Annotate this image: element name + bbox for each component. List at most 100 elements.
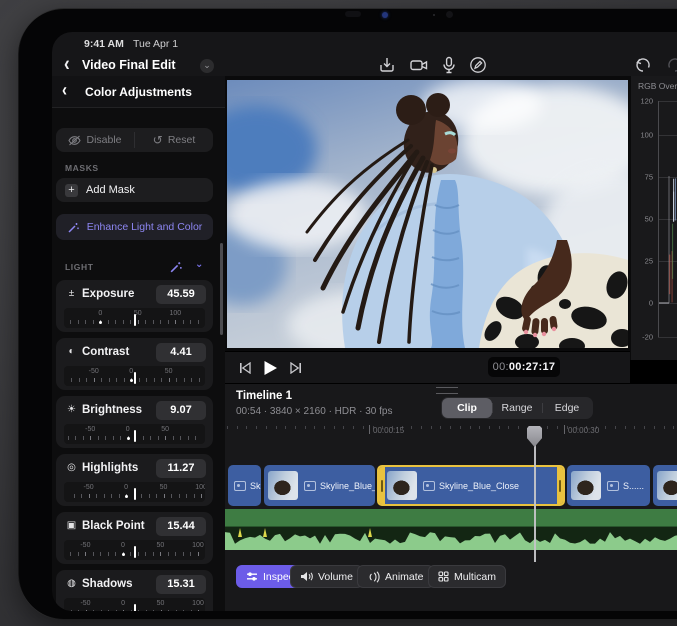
screen: 9:41 AM Tue Apr 1 ‹ Video Final Edit ⌄ ‹… xyxy=(52,32,677,611)
clip-Skyline_Blue_Wide[interactable]: Skyline_Blue_Wide xyxy=(264,465,375,506)
clip-label: Skyline_Blue_Wide xyxy=(304,481,375,491)
slider-card-black-point: ▣Black Point15.44-50050100 xyxy=(56,512,213,564)
clip-label: Skyline_Blue_Close xyxy=(423,481,519,491)
reset-button[interactable]: ↺ Reset xyxy=(135,128,213,152)
clip-thumbnail xyxy=(387,471,417,500)
project-title[interactable]: Video Final Edit xyxy=(82,58,176,72)
slider-ruler[interactable]: -50050 xyxy=(64,424,205,444)
pencil-annotate-button[interactable] xyxy=(469,56,487,74)
scope-waveform xyxy=(659,76,677,360)
slider-card-shadows: ◍Shadows15.31-50050100 xyxy=(56,570,213,611)
slider-ruler[interactable]: -50050100 xyxy=(64,482,205,502)
inspector-icon xyxy=(246,571,258,582)
ruler-time-label: 00:00:15 xyxy=(373,426,404,435)
shadows-icon: ◍ xyxy=(65,577,78,591)
light-auto-wand-icon[interactable] xyxy=(169,260,183,274)
microphone-button[interactable] xyxy=(442,56,456,74)
light-section-header[interactable]: LIGHT ⌄ xyxy=(52,258,225,276)
slider-ruler[interactable]: 050100 xyxy=(64,308,205,328)
timeline-ruler[interactable]: 00:00:1500:00:30 xyxy=(225,424,677,448)
animate-icon xyxy=(367,571,380,583)
slider-label: Exposure xyxy=(82,288,134,300)
timeline-name: Timeline 1 xyxy=(236,390,292,402)
front-camera-pill xyxy=(345,11,361,17)
animate-button[interactable]: Animate xyxy=(357,565,434,588)
panel-scrollbar[interactable] xyxy=(220,243,223,335)
slider-card-highlights: ◎ Highlights 11.27 -50050100 xyxy=(56,454,213,506)
audio-track[interactable] xyxy=(225,509,677,550)
clip-thumbnail xyxy=(657,471,677,500)
multicam-label: Multicam xyxy=(454,571,496,583)
light-collapse-chevron-icon[interactable]: ⌄ xyxy=(195,259,203,270)
photo-icon xyxy=(607,481,619,491)
camera-record-button[interactable] xyxy=(409,56,429,74)
black-point-icon: ▣ xyxy=(65,519,78,533)
disable-label: Disable xyxy=(86,134,121,146)
highlights-icon: ◎ xyxy=(65,461,78,475)
selection-mode-switch: ClipRangeEdge xyxy=(441,397,593,419)
slider-label: Highlights xyxy=(82,462,138,474)
slider-ruler[interactable]: -50050 xyxy=(64,366,205,386)
video-frame xyxy=(227,80,628,348)
slider-value[interactable]: 15.44 xyxy=(156,517,206,536)
skip-back-button[interactable] xyxy=(239,352,252,384)
scope-tick-label: 0 xyxy=(633,299,653,308)
timeline-toolbar: Inspect Volume Animate Multicam xyxy=(225,565,677,589)
timecode-display: 00:00:27:17 xyxy=(488,357,560,377)
slider-value[interactable]: 9.07 xyxy=(156,401,206,420)
rgb-overlay-scope: RGB Overlay 1201007550250-20 xyxy=(630,76,677,360)
photo-icon xyxy=(234,481,246,491)
disable-button[interactable]: Disable xyxy=(56,128,134,152)
animate-label: Animate xyxy=(385,571,424,583)
scope-tick-label: -20 xyxy=(633,332,653,341)
scope-tick-label: 50 xyxy=(633,215,653,224)
panel-resize-handle[interactable] xyxy=(436,387,458,394)
exposure-icon: ± xyxy=(65,287,78,301)
magic-wand-icon xyxy=(67,221,80,234)
play-button[interactable] xyxy=(263,352,278,384)
clip-label: S...... xyxy=(607,481,644,491)
add-mask-button[interactable]: + Add Mask xyxy=(56,178,213,202)
light-section-label: LIGHT xyxy=(65,262,94,272)
slider-value[interactable]: 45.59 xyxy=(156,285,206,304)
status-time: 9:41 AM xyxy=(84,38,124,50)
panel-header: ‹ Color Adjustments xyxy=(52,76,225,108)
brightness-icon: ☀ xyxy=(65,403,78,417)
slider-card-exposure: ± Exposure 45.59 050100 xyxy=(56,280,213,332)
clip-Sk......[interactable]: Sk...... xyxy=(228,465,261,506)
mode-clip[interactable]: Clip xyxy=(442,398,492,418)
volume-button[interactable]: Volume xyxy=(290,565,363,588)
multicam-button[interactable]: Multicam xyxy=(428,565,506,588)
title-dropdown-icon[interactable]: ⌄ xyxy=(200,59,214,73)
timeline-section: Timeline 1 00:54 · 3840 × 2160 · HDR · 3… xyxy=(225,383,677,611)
top-bar: 9:41 AM Tue Apr 1 ‹ Video Final Edit ⌄ xyxy=(52,32,677,77)
back-chevron-icon[interactable]: ‹ xyxy=(64,52,70,77)
video-preview[interactable] xyxy=(225,76,630,351)
clips-track: Sk...... Skyline_Blue_Wide Skyline_Blue_Cl… xyxy=(225,465,677,506)
audio-waveform xyxy=(225,527,677,550)
slider-ruler[interactable]: -50050100 xyxy=(64,598,205,611)
mode-edge[interactable]: Edge xyxy=(542,398,592,418)
page-background: 9:41 AM Tue Apr 1 ‹ Video Final Edit ⌄ ‹… xyxy=(0,0,677,626)
clip-thumbnail xyxy=(571,471,601,500)
slider-value[interactable]: 4.41 xyxy=(156,343,206,362)
mode-range[interactable]: Range xyxy=(492,398,542,418)
enhance-label: Enhance Light and Color xyxy=(87,221,203,233)
slider-ruler[interactable]: -50050100 xyxy=(64,540,205,560)
slider-value[interactable]: 11.27 xyxy=(156,459,206,478)
slider-value[interactable]: 15.31 xyxy=(156,575,206,594)
disable-reset-group: Disable ↺ Reset xyxy=(56,128,213,152)
skip-forward-button[interactable] xyxy=(289,352,302,384)
clip-Skyline_Blue_Close[interactable]: Skyline_Blue_Close xyxy=(377,465,565,506)
trim-handle-right[interactable] xyxy=(557,467,563,504)
clip-S......[interactable]: S...... xyxy=(567,465,650,506)
clip-thumbnail xyxy=(268,471,298,500)
export-button[interactable] xyxy=(378,56,396,74)
trim-handle-left[interactable] xyxy=(379,467,385,504)
clip-label: Sk...... xyxy=(234,481,261,491)
camera-sensor-icon xyxy=(446,11,453,18)
slider-card-contrast: ◐Contrast4.41-50050 xyxy=(56,338,213,390)
playhead-line[interactable] xyxy=(534,427,536,562)
clip-partial[interactable] xyxy=(653,465,677,506)
enhance-light-color-button[interactable]: Enhance Light and Color xyxy=(56,214,213,240)
